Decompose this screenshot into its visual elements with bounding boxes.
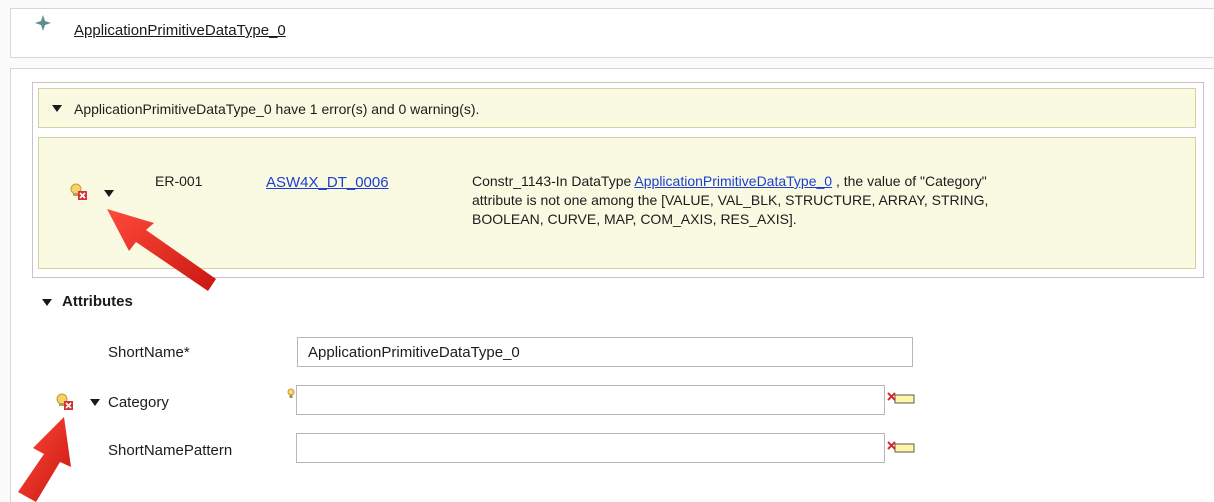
bulb-error-icon bbox=[56, 393, 73, 410]
error-message-line3: BOOLEAN, CURVE, MAP, COM_AXIS, RES_AXIS]… bbox=[472, 211, 797, 227]
chevron-down-icon[interactable] bbox=[52, 105, 62, 112]
clear-field-icon[interactable] bbox=[886, 439, 916, 455]
datatype-link[interactable]: ApplicationPrimitiveDataType_0 bbox=[634, 173, 832, 189]
attributes-section-title[interactable]: Attributes bbox=[62, 293, 133, 310]
shortname-field[interactable] bbox=[297, 337, 913, 367]
error-message-suffix: , the value of "Category" bbox=[832, 173, 987, 189]
rule-link[interactable]: ASW4X_DT_0006 bbox=[266, 174, 389, 191]
error-message-line2: attribute is not one among the [VALUE, V… bbox=[472, 192, 989, 208]
shortnamepattern-field[interactable] bbox=[296, 433, 885, 463]
header-title-link[interactable]: ApplicationPrimitiveDataType_0 bbox=[74, 22, 286, 39]
shortname-label: ShortName* bbox=[108, 344, 190, 361]
category-label: Category bbox=[108, 394, 169, 411]
validation-summary-text: ApplicationPrimitiveDataType_0 have 1 er… bbox=[74, 101, 480, 117]
bulb-icon bbox=[287, 388, 295, 398]
chevron-down-icon[interactable] bbox=[104, 190, 114, 197]
error-code: ER-001 bbox=[155, 173, 203, 189]
shortnamepattern-label: ShortNamePattern bbox=[108, 442, 233, 459]
clear-field-icon[interactable] bbox=[886, 390, 916, 406]
bulb-error-icon bbox=[70, 183, 87, 200]
chevron-down-icon[interactable] bbox=[90, 399, 100, 406]
error-message-prefix: Constr_1143-In DataType bbox=[472, 173, 635, 189]
chevron-down-icon[interactable] bbox=[42, 299, 52, 306]
error-message: Constr_1143-In DataType ApplicationPrimi… bbox=[472, 172, 1172, 229]
diamond-star-icon bbox=[35, 15, 51, 31]
category-field[interactable] bbox=[296, 385, 885, 415]
